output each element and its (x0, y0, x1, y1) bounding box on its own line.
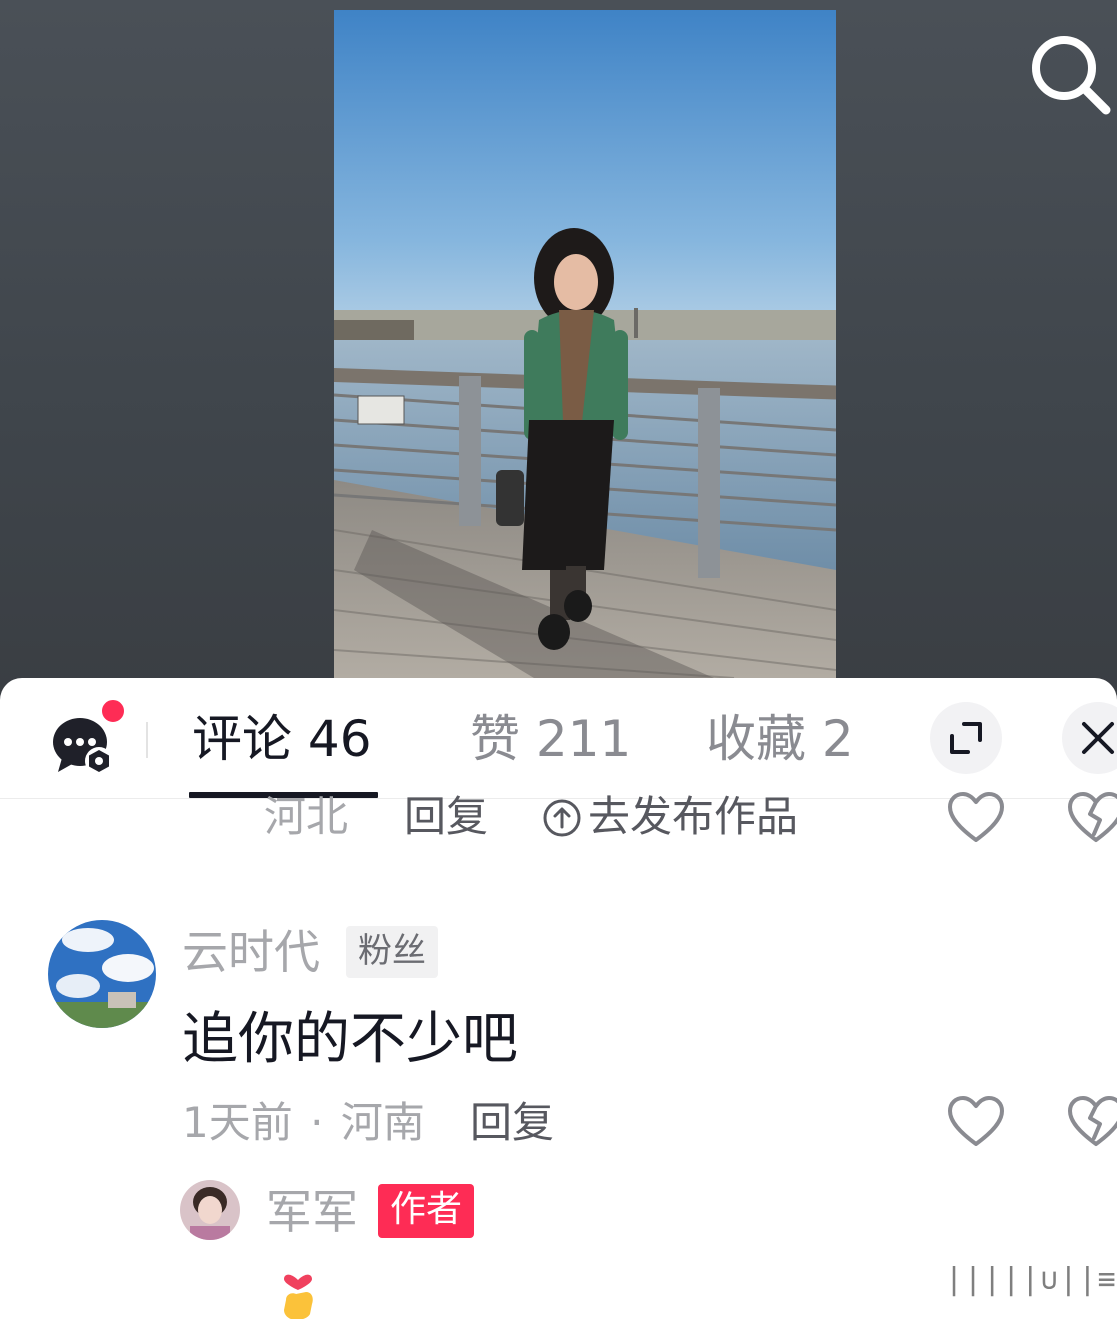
comments-tabbar: 评论 46 赞 211 收藏 2 (0, 678, 1117, 799)
comment-text: 追你的不少吧 (182, 1007, 518, 1072)
author-avatar[interactable] (180, 1180, 240, 1240)
portrait-avatar-image (180, 1180, 240, 1240)
close-icon (1082, 722, 1114, 754)
comments-sheet: 评论 46 赞 211 收藏 2 河北 回复 去发布作品 云时代 粉丝 追你的不… (0, 678, 1117, 1319)
author-username[interactable]: 军军 (266, 1184, 358, 1240)
close-button[interactable] (1062, 702, 1117, 774)
prev-comment-like-button[interactable] (946, 790, 1006, 846)
notification-dot (100, 698, 126, 724)
comment-meta: 1天前 · 河南 (182, 1098, 425, 1148)
sky-clouds-avatar-image (48, 920, 156, 1028)
commenter-avatar[interactable] (48, 920, 156, 1028)
comment-dislike-button[interactable] (1066, 1094, 1117, 1150)
meta-separator: · (310, 1098, 324, 1147)
post-photo (334, 10, 836, 678)
tab-comments[interactable]: 评论 46 (192, 708, 372, 770)
comment-like-button[interactable] (946, 1094, 1006, 1150)
broken-heart-icon (1068, 1096, 1117, 1146)
search-icon (1032, 36, 1111, 115)
heart-icon (948, 792, 1004, 842)
comment-time: 1天前 (182, 1098, 293, 1147)
video-player[interactable] (0, 0, 1117, 700)
comment-location: 河南 (340, 1098, 425, 1147)
broken-heart-icon (1068, 792, 1117, 842)
expand-button[interactable] (930, 702, 1002, 774)
tab-divider (146, 722, 148, 758)
expand-icon (950, 722, 982, 754)
watermark: |||||∪||≡ (945, 1262, 1117, 1297)
finger-heart-emoji-icon (276, 1266, 320, 1319)
fan-badge: 粉丝 (346, 926, 438, 978)
upload-circle-icon (543, 799, 581, 837)
author-badge: 作者 (378, 1184, 475, 1238)
publish-work-label: 去发布作品 (588, 792, 799, 841)
comment-reply-button[interactable]: 回复 (470, 1098, 554, 1148)
tab-likes[interactable]: 赞 211 (470, 708, 631, 770)
photo-scene (334, 10, 836, 678)
search-button[interactable] (1026, 30, 1112, 116)
commenter-username[interactable]: 云时代 (182, 924, 320, 980)
prev-comment-dislike-button[interactable] (1066, 790, 1117, 846)
heart-icon (948, 1096, 1004, 1146)
prev-comment-location: 河北 (264, 792, 349, 841)
prev-comment-reply-button[interactable]: 回复 (404, 792, 488, 842)
tab-favorites[interactable]: 收藏 2 (706, 708, 854, 770)
